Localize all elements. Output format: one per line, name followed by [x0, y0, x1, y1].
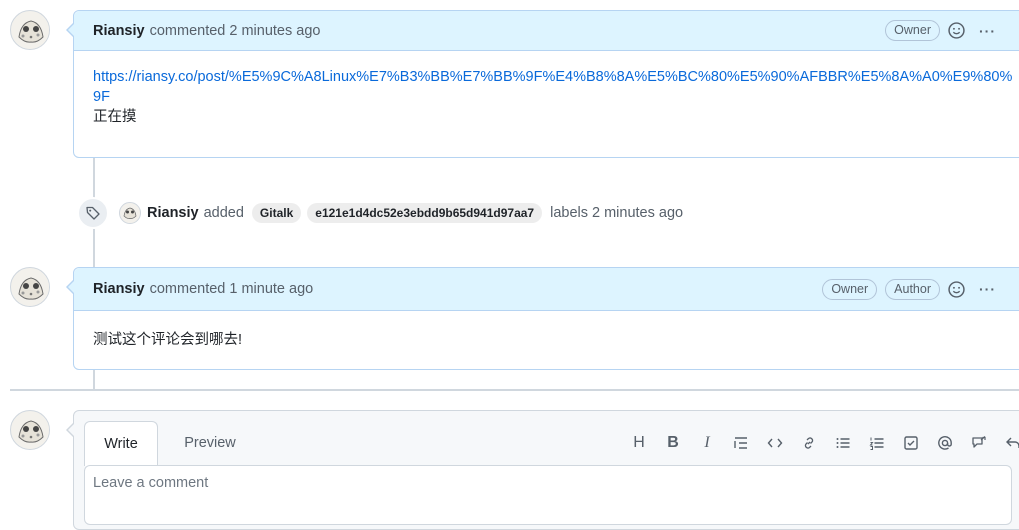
comment-author[interactable]: Riansiy	[93, 23, 145, 39]
author-badge: Author	[885, 278, 940, 300]
code-icon[interactable]	[758, 431, 792, 455]
mention-icon[interactable]	[928, 431, 962, 455]
more-options-icon[interactable]: ···	[979, 281, 996, 297]
tab-preview[interactable]: Preview	[174, 421, 246, 465]
label-event: Riansiy added Gitalk e121e1d4dc52e3ebdd9…	[77, 197, 683, 229]
timeline-line	[93, 370, 95, 390]
task-list-icon[interactable]	[894, 431, 928, 455]
link-icon[interactable]	[792, 431, 826, 455]
tag-icon	[77, 197, 109, 229]
comment-header: Riansiy commented 1 minute ago Owner Aut…	[74, 268, 1019, 311]
reference-icon[interactable]	[962, 431, 996, 455]
italic-icon[interactable]: I	[690, 431, 724, 455]
label-gitalk[interactable]: Gitalk	[251, 203, 302, 223]
comment-header: Riansiy commented 2 minutes ago Owner ··…	[74, 11, 1019, 51]
comment-link[interactable]: https://riansy.co/post/%E5%9C%A8Linux%E7…	[93, 69, 1012, 105]
comment-body: https://riansy.co/post/%E5%9C%A8Linux%E7…	[74, 51, 1019, 143]
reply-icon[interactable]	[996, 431, 1019, 455]
unordered-list-icon[interactable]	[826, 431, 860, 455]
bold-icon[interactable]: B	[656, 431, 690, 455]
comment-timestamp[interactable]: commented 2 minutes ago	[150, 23, 321, 39]
comment-editor: Write Preview H B I Leave a comment	[66, 410, 1019, 530]
comment-timestamp[interactable]: commented 1 minute ago	[150, 281, 314, 297]
comment-author[interactable]: Riansiy	[93, 281, 145, 297]
timeline-line	[93, 229, 95, 267]
comment-body: 测试这个评论会到哪去!	[74, 311, 1019, 366]
tab-write[interactable]: Write	[84, 421, 158, 466]
owner-badge: Owner	[822, 278, 878, 300]
divider	[10, 389, 1019, 391]
timeline-line	[93, 158, 95, 198]
markdown-toolbar: H B I	[622, 431, 1019, 455]
comment-text: 测试这个评论会到哪去!	[93, 332, 243, 348]
smiley-icon[interactable]	[948, 280, 965, 298]
avatar[interactable]	[10, 267, 50, 307]
event-action: added	[203, 205, 244, 221]
label-hash[interactable]: e121e1d4dc52e3ebdd9b65d941d97aa7	[307, 203, 543, 223]
heading-icon[interactable]: H	[622, 431, 656, 455]
comment: Riansiy commented 2 minutes ago Owner ··…	[66, 10, 1019, 158]
more-options-icon[interactable]: ···	[979, 23, 996, 39]
event-suffix[interactable]: labels 2 minutes ago	[550, 205, 683, 221]
smiley-icon[interactable]	[948, 22, 965, 39]
comment-text: 正在摸	[93, 109, 137, 125]
quote-icon[interactable]	[724, 431, 758, 455]
ordered-list-icon[interactable]	[860, 431, 894, 455]
avatar[interactable]	[10, 10, 50, 50]
event-author[interactable]: Riansiy	[147, 205, 199, 221]
avatar[interactable]	[119, 202, 141, 224]
owner-badge: Owner	[885, 20, 940, 41]
avatar[interactable]	[10, 410, 50, 450]
comment: Riansiy commented 1 minute ago Owner Aut…	[66, 267, 1019, 370]
comment-textarea[interactable]: Leave a comment	[84, 465, 1012, 525]
